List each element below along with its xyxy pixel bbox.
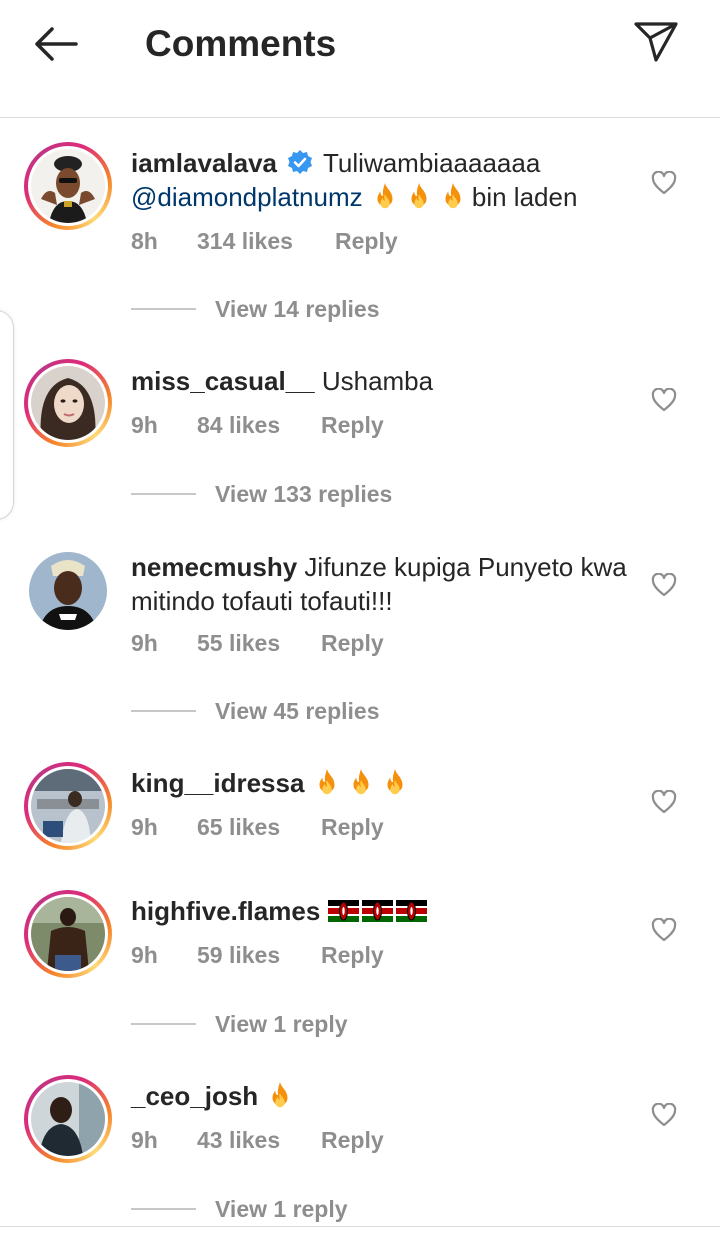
- story-ring: [24, 762, 112, 850]
- view-replies-button[interactable]: View 1 reply: [131, 1194, 531, 1224]
- view-replies-label: View 14 replies: [215, 296, 380, 322]
- page-title: Comments: [145, 23, 337, 64]
- comment-likes[interactable]: 314 likes: [197, 226, 293, 256]
- reply-button[interactable]: Reply: [321, 628, 384, 658]
- avatar[interactable]: [31, 897, 105, 971]
- comment-time: 9h: [131, 1127, 158, 1153]
- avatar[interactable]: [29, 552, 107, 630]
- comment-time: 9h: [131, 942, 158, 968]
- mention-link[interactable]: @diamondplatnumz: [131, 182, 363, 212]
- story-ring: [24, 1075, 112, 1163]
- fire-emoji-icon: [370, 181, 400, 211]
- fire-emoji-icon: [265, 1080, 295, 1110]
- edge-panel-handle[interactable]: [0, 310, 14, 520]
- view-replies-button[interactable]: View 1 reply: [131, 1009, 531, 1039]
- comment-text: king__idressa: [131, 766, 631, 800]
- view-replies-label: View 1 reply: [215, 1011, 348, 1037]
- heart-icon[interactable]: [651, 1103, 677, 1127]
- replies-divider-line: [131, 1208, 196, 1210]
- comment-text: iamlavalava Tuliwambiaaaaaaa @diamondpla…: [131, 146, 631, 214]
- comment-username[interactable]: nemecmushy: [131, 552, 297, 582]
- comment-likes[interactable]: 55 likes: [197, 628, 280, 658]
- header-bar: Comments: [0, 0, 720, 88]
- view-replies-button[interactable]: View 14 replies: [131, 294, 531, 324]
- view-replies-label: View 133 replies: [215, 481, 393, 507]
- reply-button[interactable]: Reply: [321, 812, 384, 842]
- replies-divider-line: [131, 308, 196, 310]
- reply-button[interactable]: Reply: [321, 410, 384, 440]
- comment-body: Tuliwambiaaaaaaa: [323, 148, 541, 178]
- comment-text: miss_casual__ Ushamba: [131, 364, 631, 398]
- heart-icon[interactable]: [651, 388, 677, 412]
- view-replies-label: View 45 replies: [215, 698, 380, 724]
- fire-emoji-icon: [438, 181, 468, 211]
- comment-text: _ceo_josh: [131, 1079, 631, 1113]
- heart-icon[interactable]: [651, 918, 677, 942]
- bottom-divider: [0, 1226, 720, 1227]
- heart-icon[interactable]: [651, 573, 677, 597]
- avatar-frame: [24, 547, 112, 635]
- comment-time: 8h: [131, 228, 158, 254]
- story-ring: [24, 359, 112, 447]
- comments-screen: Comments iamlavalava Tuliwambiaaaaaaa @d…: [0, 0, 720, 1235]
- kenya-flag-icon: [396, 900, 427, 922]
- reply-button[interactable]: Reply: [321, 1125, 384, 1155]
- heart-icon[interactable]: [651, 171, 677, 195]
- comment-likes[interactable]: 65 likes: [197, 812, 280, 842]
- view-replies-button[interactable]: View 45 replies: [131, 696, 531, 726]
- heart-icon[interactable]: [651, 790, 677, 814]
- avatar[interactable]: [31, 769, 105, 843]
- replies-divider-line: [131, 493, 196, 495]
- fire-emoji-icon: [404, 181, 434, 211]
- comment-username[interactable]: king__idressa: [131, 768, 304, 798]
- comment-username[interactable]: miss_casual__: [131, 366, 315, 396]
- avatar[interactable]: [31, 149, 105, 223]
- comment-body: Ushamba: [321, 366, 434, 396]
- kenya-flag-icon: [328, 900, 359, 922]
- share-button[interactable]: [630, 18, 682, 66]
- avatar[interactable]: [31, 1082, 105, 1156]
- comment-likes[interactable]: 43 likes: [197, 1125, 280, 1155]
- comment-username[interactable]: _ceo_josh: [131, 1081, 258, 1111]
- view-replies-label: View 1 reply: [215, 1196, 348, 1222]
- comment-likes[interactable]: 59 likes: [197, 940, 280, 970]
- comment-body-tail: bin laden: [471, 182, 578, 212]
- replies-divider-line: [131, 1023, 196, 1025]
- fire-emoji-icon: [346, 767, 376, 797]
- comment-time: 9h: [131, 412, 158, 438]
- comment-text: nemecmushy Jifunze kupiga Punyeto kwa mi…: [131, 550, 631, 618]
- comment-username[interactable]: iamlavalava: [131, 148, 277, 178]
- kenya-flag-icon: [362, 900, 393, 922]
- avatar[interactable]: [31, 366, 105, 440]
- reply-button[interactable]: Reply: [321, 940, 384, 970]
- story-ring: [24, 142, 112, 230]
- verified-badge-icon: [288, 150, 313, 174]
- replies-divider-line: [131, 710, 196, 712]
- fire-emoji-icon: [312, 767, 342, 797]
- arrow-left-icon: [35, 27, 78, 61]
- back-button[interactable]: [28, 22, 84, 66]
- comment-time: 9h: [131, 630, 158, 656]
- reply-button[interactable]: Reply: [335, 226, 398, 256]
- comment-likes[interactable]: 84 likes: [197, 410, 280, 440]
- view-replies-button[interactable]: View 133 replies: [131, 479, 531, 509]
- header-divider: [0, 117, 720, 118]
- story-ring: [24, 890, 112, 978]
- comment-time: 9h: [131, 814, 158, 840]
- paper-plane-icon: [634, 22, 678, 62]
- comment-username[interactable]: highfive.flames: [131, 896, 320, 926]
- fire-emoji-icon: [380, 767, 410, 797]
- comment-text: highfive.flames: [131, 894, 631, 928]
